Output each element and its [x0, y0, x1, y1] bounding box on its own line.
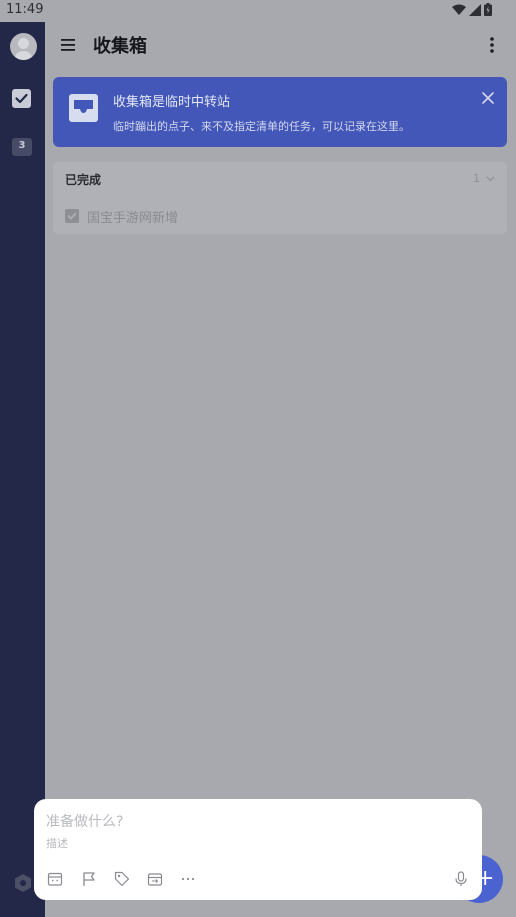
- completed-section-title: 已完成: [65, 173, 102, 187]
- banner-description: 临时蹦出的点子、来不及指定清单的任务，可以记录在这里。: [113, 120, 410, 133]
- priority-button[interactable]: [81, 871, 97, 887]
- top-app-bar: 收集箱: [45, 22, 516, 68]
- task-checkbox[interactable]: [65, 209, 79, 223]
- signal-icon: [469, 3, 481, 16]
- inbox-move-icon: [147, 873, 163, 886]
- more-options-button[interactable]: [180, 871, 196, 887]
- calendar-nav-icon[interactable]: 3: [12, 135, 32, 156]
- flag-icon: [83, 872, 95, 886]
- banner-title: 收集箱是临时中转站: [113, 95, 231, 110]
- page-title: 收集箱: [93, 36, 147, 57]
- tag-icon: [114, 871, 130, 887]
- voice-input-button[interactable]: [453, 871, 469, 887]
- chevron-down-icon: [486, 176, 495, 181]
- task-title-input[interactable]: [46, 811, 466, 833]
- list-item[interactable]: 国宝手游网新增: [65, 206, 178, 226]
- more-options-button[interactable]: [482, 34, 502, 56]
- inbox-tray-icon: [69, 94, 98, 122]
- date-button[interactable]: [47, 871, 63, 887]
- completed-toggle[interactable]: 1: [473, 172, 495, 185]
- task-description-input[interactable]: [46, 834, 466, 852]
- status-bar: 11:49: [0, 0, 516, 22]
- inbox-info-banner: 收集箱是临时中转站 临时蹦出的点子、来不及指定清单的任务，可以记录在这里。: [53, 77, 507, 147]
- hexagon-gear-icon: [15, 874, 31, 892]
- banner-close-button[interactable]: [481, 90, 495, 104]
- calendar-icon: [47, 872, 63, 886]
- quick-add-sheet: [34, 799, 482, 900]
- more-vertical-icon: [490, 37, 494, 53]
- hamburger-menu-icon: [61, 39, 75, 51]
- avatar[interactable]: [10, 33, 37, 60]
- status-icons: [452, 3, 492, 16]
- more-horizontal-icon: [181, 877, 195, 881]
- tag-button[interactable]: [114, 871, 130, 887]
- move-to-list-button[interactable]: [147, 871, 163, 887]
- wifi-icon: [452, 4, 466, 15]
- checkmark-icon: [15, 93, 28, 104]
- navigation-rail: 3: [0, 22, 45, 917]
- tasks-nav-icon[interactable]: [12, 89, 31, 108]
- task-title: 国宝手游网新增: [87, 210, 179, 226]
- checkmark-icon: [67, 212, 77, 220]
- close-icon: [482, 92, 494, 104]
- battery-icon: [484, 3, 492, 16]
- completed-count: 1: [473, 172, 480, 185]
- microphone-icon: [455, 871, 467, 886]
- settings-nav-icon[interactable]: [13, 873, 33, 893]
- menu-button[interactable]: [59, 36, 79, 54]
- calendar-day-number: 3: [18, 140, 26, 151]
- completed-section: 已完成 1 国宝手游网新增: [53, 162, 507, 234]
- status-time: 11:49: [6, 2, 44, 17]
